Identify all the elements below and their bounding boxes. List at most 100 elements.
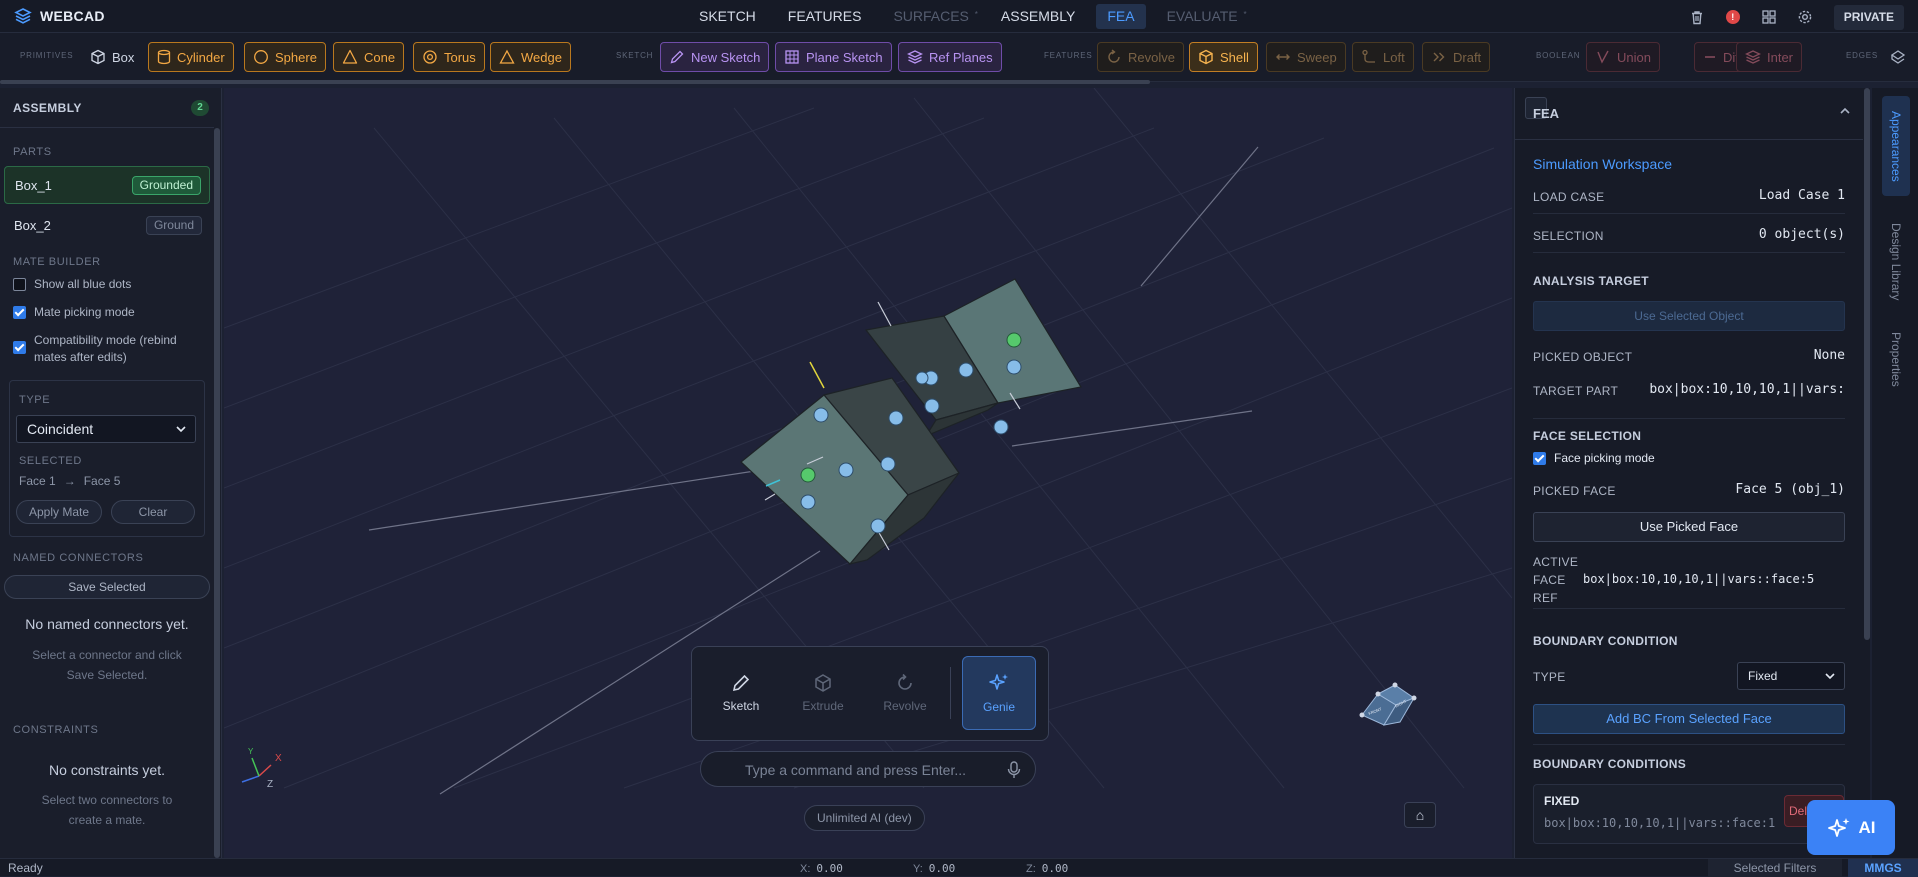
- connector-dot[interactable]: [870, 518, 886, 534]
- compatibility-mode-checkbox[interactable]: [13, 341, 26, 354]
- revolve-button[interactable]: Revolve: [1097, 42, 1184, 72]
- command-input[interactable]: Type a command and press Enter...: [700, 751, 1036, 787]
- selected-filters-button[interactable]: Selected Filters: [1708, 859, 1842, 877]
- tab-surfaces[interactable]: SURFACES *: [882, 4, 979, 29]
- part-row-box-2[interactable]: Box_2 Ground: [4, 207, 210, 245]
- axis-z-label: Z: [267, 779, 273, 790]
- sphere-button[interactable]: Sphere: [244, 42, 326, 72]
- notifications-button[interactable]: !: [1720, 4, 1746, 30]
- use-selected-object-button[interactable]: Use Selected Object: [1533, 301, 1845, 331]
- fea-panel-scrollbar[interactable]: [1864, 88, 1870, 640]
- quick-actions-bar: Sketch Extrude Revolve Genie: [691, 646, 1049, 741]
- tab-features[interactable]: FEATURES: [777, 4, 873, 29]
- cube-icon: [91, 49, 105, 65]
- ai-assistant-button[interactable]: AI: [1807, 800, 1895, 855]
- tab-sketch[interactable]: SKETCH: [688, 4, 767, 29]
- extrude-cube-icon: [815, 674, 831, 692]
- quick-extrude-button[interactable]: Extrude: [786, 656, 860, 730]
- connector-dot[interactable]: [838, 462, 854, 478]
- cone-label: Cone: [364, 49, 396, 65]
- inter-button[interactable]: Inter: [1736, 42, 1803, 72]
- connector-dot[interactable]: [888, 410, 904, 426]
- load-case-value[interactable]: Load Case 1: [1759, 188, 1845, 203]
- torus-button[interactable]: Torus: [413, 42, 485, 72]
- cone-button[interactable]: Cone: [333, 42, 405, 72]
- ground-button[interactable]: Ground: [145, 216, 202, 235]
- 3d-viewport[interactable]: X Y Z FRONT RIGHT Sketch Extrude Revolve: [224, 88, 1512, 858]
- compatibility-mode-option[interactable]: Compatibility mode (rebind mates after e…: [13, 332, 203, 366]
- face-picking-checkbox[interactable]: [1533, 452, 1546, 465]
- tab-properties[interactable]: Properties: [1882, 324, 1910, 394]
- connector-dot[interactable]: [958, 362, 974, 378]
- no-constraints-text: No constraints yet.: [49, 762, 165, 778]
- connector-dot[interactable]: [800, 494, 816, 510]
- connector-dot[interactable]: [813, 407, 829, 423]
- tab-appearances[interactable]: Appearances: [1882, 96, 1910, 196]
- microphone-icon[interactable]: [1007, 761, 1021, 779]
- loft-button[interactable]: Loft: [1352, 42, 1414, 72]
- union-button[interactable]: Union: [1586, 42, 1660, 72]
- add-bc-button[interactable]: Add BC From Selected Face: [1533, 704, 1845, 734]
- save-selected-button[interactable]: Save Selected: [4, 575, 210, 599]
- plane-sketch-button[interactable]: Plane Sketch: [775, 42, 892, 72]
- home-view-button[interactable]: ⌂: [1404, 802, 1436, 828]
- layers-icon: [14, 8, 32, 24]
- mate-picking-checkbox[interactable]: [13, 306, 26, 319]
- selected-face-dot[interactable]: [800, 467, 816, 483]
- draft-chevrons-icon: [1433, 52, 1445, 62]
- connector-dot[interactable]: [993, 419, 1009, 435]
- bc-type-select[interactable]: Fixed: [1737, 662, 1845, 690]
- view-cube[interactable]: FRONT RIGHT: [1359, 682, 1417, 726]
- connector-dot[interactable]: [1006, 359, 1022, 375]
- new-sketch-button[interactable]: New Sketch: [660, 42, 770, 72]
- loft-icon: [1362, 49, 1375, 63]
- tab-design-library[interactable]: Design Library: [1882, 214, 1910, 310]
- draft-button[interactable]: Draft: [1422, 42, 1491, 72]
- boundary-condition-label: BOUNDARY CONDITION: [1533, 634, 1678, 648]
- assembly-panel-scrollbar[interactable]: [214, 128, 220, 858]
- trash-button[interactable]: [1684, 4, 1710, 30]
- grounded-badge[interactable]: Grounded: [131, 176, 201, 195]
- face-picking-option[interactable]: Face picking mode: [1533, 450, 1655, 467]
- assembly-title: ASSEMBLY: [13, 101, 82, 115]
- ref-planes-button[interactable]: Ref Planes: [898, 42, 1002, 72]
- show-blue-dots-option[interactable]: Show all blue dots: [13, 276, 131, 293]
- sweep-arrow-icon: [1276, 54, 1290, 60]
- private-toggle[interactable]: PRIVATE: [1833, 4, 1904, 30]
- box-button[interactable]: Box: [82, 42, 142, 72]
- sweep-button[interactable]: Sweep: [1266, 42, 1346, 72]
- sweep-label: Sweep: [1297, 49, 1337, 65]
- shell-button[interactable]: Shell: [1189, 42, 1258, 72]
- use-picked-face-button[interactable]: Use Picked Face: [1533, 512, 1845, 542]
- show-blue-dots-checkbox[interactable]: [13, 278, 26, 291]
- toolbar-scrollbar[interactable]: [0, 80, 1150, 84]
- tab-assembly[interactable]: ASSEMBLY: [990, 4, 1086, 29]
- scene[interactable]: X Y Z FRONT RIGHT: [224, 88, 1512, 858]
- part-row-box-1[interactable]: Box_1 Grounded: [4, 166, 210, 204]
- layout-grid-button[interactable]: [1756, 4, 1782, 30]
- connector-dot[interactable]: [924, 398, 940, 414]
- settings-button[interactable]: [1792, 4, 1818, 30]
- genie-button[interactable]: Genie: [962, 656, 1036, 730]
- apply-mate-button[interactable]: Apply Mate: [16, 500, 102, 524]
- mate-type-select[interactable]: Coincident: [16, 415, 196, 443]
- mate-picking-option[interactable]: Mate picking mode: [13, 304, 135, 321]
- simulation-workspace-link[interactable]: Simulation Workspace: [1533, 156, 1672, 172]
- bc-card-ref: box|box:10,10,10,1||vars::face:1: [1544, 816, 1776, 830]
- clear-button[interactable]: Clear: [111, 500, 195, 524]
- quick-revolve-button[interactable]: Revolve: [868, 656, 942, 730]
- tab-fea[interactable]: FEA: [1096, 4, 1146, 29]
- app-logo[interactable]: WEBCAD: [14, 7, 105, 25]
- connector-dot[interactable]: [880, 456, 896, 472]
- divider: [1533, 418, 1845, 419]
- selected-face-dot[interactable]: [1006, 332, 1022, 348]
- wedge-button[interactable]: Wedge: [490, 42, 571, 72]
- layers-planes-icon: [907, 50, 923, 64]
- units-button[interactable]: MMGS: [1848, 859, 1918, 877]
- tab-evaluate[interactable]: EVALUATE *: [1156, 4, 1249, 29]
- cylinder-button[interactable]: Cylinder: [148, 42, 234, 72]
- quick-sketch-button[interactable]: Sketch: [704, 656, 778, 730]
- connector-dot[interactable]: [915, 371, 929, 385]
- fillet-button[interactable]: [1885, 44, 1911, 70]
- chevron-up-icon[interactable]: [1839, 105, 1851, 117]
